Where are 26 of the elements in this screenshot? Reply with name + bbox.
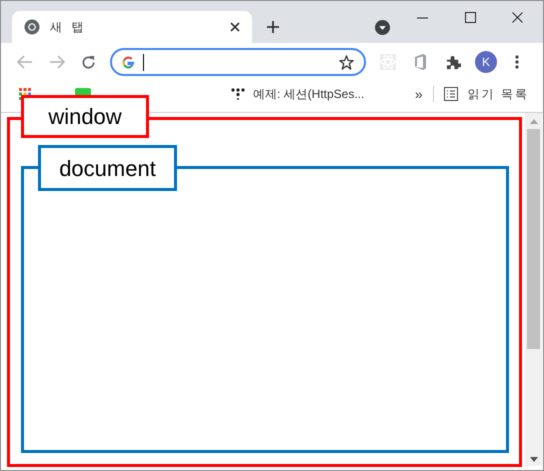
new-tab-icon[interactable]: [267, 21, 279, 33]
reading-list-link[interactable]: 읽기 목록: [468, 85, 529, 103]
tab-title[interactable]: 새 탭: [50, 18, 86, 36]
scroll-down-icon[interactable]: [530, 457, 538, 462]
minimize-icon[interactable]: [417, 17, 428, 19]
annotation-label: window: [21, 95, 149, 138]
reading-list-icon[interactable]: [444, 87, 458, 101]
more-bookmarks-button[interactable]: »: [414, 84, 423, 104]
close-icon[interactable]: [512, 12, 523, 23]
dots-logo-icon: [231, 88, 245, 100]
tab-search-icon[interactable]: [375, 20, 390, 35]
reload-icon[interactable]: [81, 54, 96, 70]
puzzle-icon[interactable]: [446, 54, 461, 70]
address-field[interactable]: [110, 48, 366, 76]
maximize-icon[interactable]: [465, 12, 476, 23]
star-icon[interactable]: [339, 54, 354, 70]
chrome-logo-icon: [24, 19, 40, 35]
annotation-label: document: [38, 145, 177, 191]
menu-icon[interactable]: [515, 55, 519, 69]
scrollbar[interactable]: [525, 113, 542, 466]
close-icon[interactable]: [230, 22, 240, 32]
office-icon[interactable]: [414, 54, 426, 70]
google-logo-icon: [122, 56, 135, 68]
bookmark-link[interactable]: 예제: 세션(HttpSes...: [253, 85, 364, 103]
profile-avatar[interactable]: K: [475, 51, 497, 73]
text-cursor: [143, 54, 144, 70]
